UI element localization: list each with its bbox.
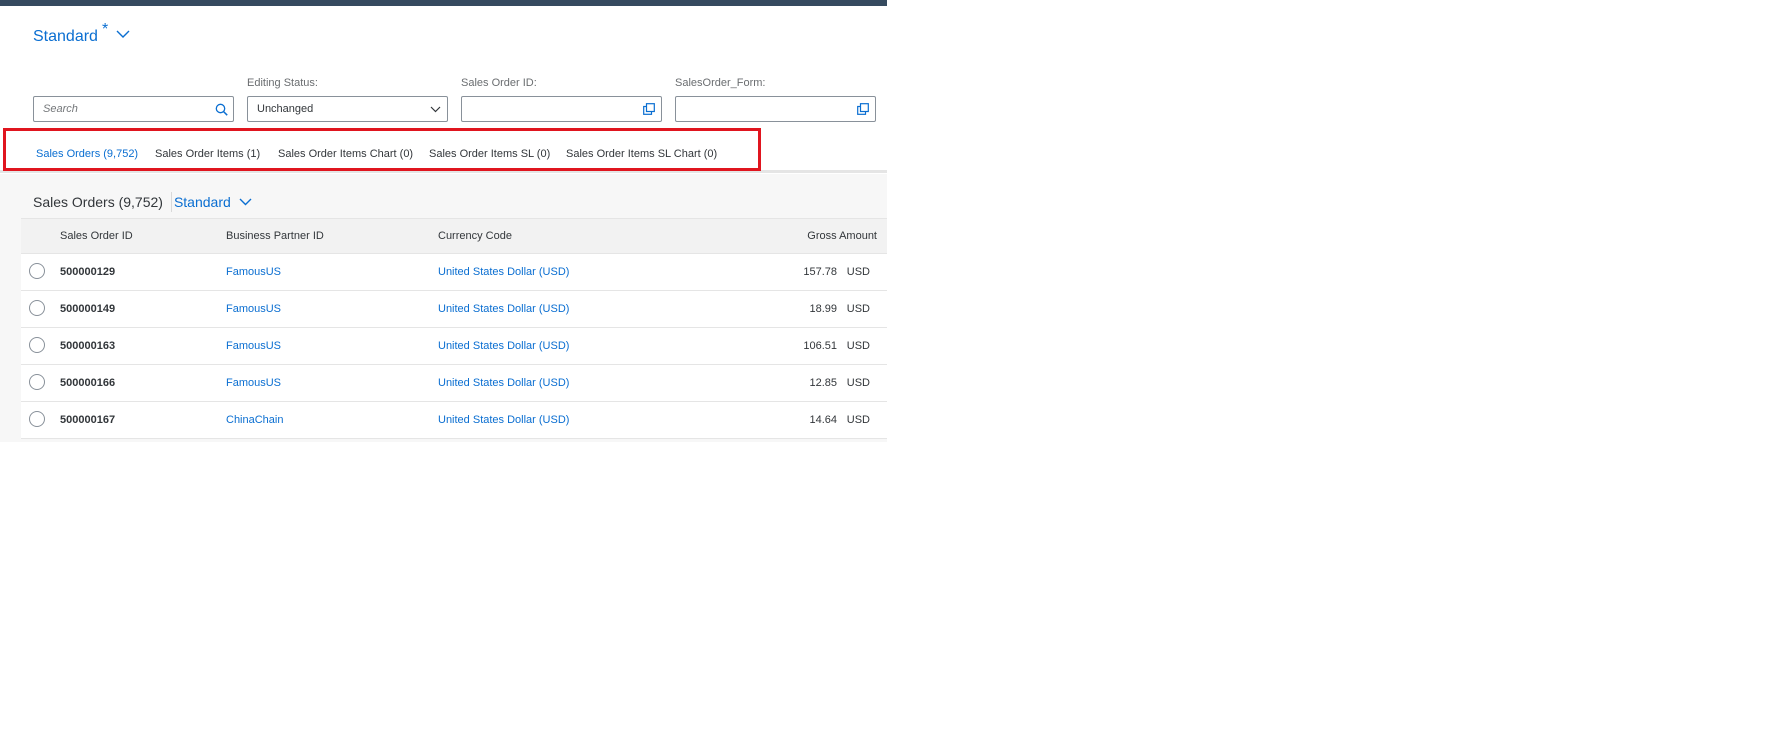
table-row[interactable]: 500000163 FamousUS United States Dollar … [21, 328, 887, 365]
currency-code-link[interactable]: United States Dollar (USD) [438, 377, 569, 389]
table-header: Sales Order ID Business Partner ID Curre… [21, 218, 887, 254]
editing-status-select[interactable]: Unchanged [247, 96, 448, 122]
sales-order-id-cell: 500000163 [60, 340, 116, 352]
currency-code-link[interactable]: United States Dollar (USD) [438, 303, 569, 315]
tab-sales-order-items[interactable]: Sales Order Items (1) [155, 148, 260, 160]
gross-amount-unit: USD [846, 266, 870, 278]
chevron-down-icon[interactable] [423, 97, 447, 121]
search-field[interactable]: Search [33, 96, 234, 122]
tab-sales-order-items-sl-chart[interactable]: Sales Order Items SL Chart (0) [566, 148, 717, 160]
chevron-down-icon[interactable] [116, 26, 130, 44]
gross-amount-value: 14.64 [809, 414, 837, 426]
search-input[interactable]: Search [34, 103, 209, 115]
row-select-radio[interactable] [29, 411, 45, 427]
row-select-radio[interactable] [29, 374, 45, 390]
sales-order-id-cell: 500000167 [60, 414, 116, 426]
business-partner-link[interactable]: ChinaChain [226, 414, 283, 426]
tab-bar-divider [0, 170, 887, 173]
sales-order-id-filter: Sales Order ID: [461, 76, 662, 122]
sales-order-form-field[interactable] [675, 96, 876, 122]
sales-order-form-filter: SalesOrder_Form: [675, 76, 876, 122]
editing-status-label: Editing Status: [247, 77, 318, 89]
table-row[interactable]: 500000167 ChinaChain United States Dolla… [21, 402, 887, 439]
value-help-icon[interactable] [851, 97, 875, 121]
chevron-down-icon[interactable] [239, 193, 252, 211]
tab-bar: Sales Orders (9,752) Sales Order Items (… [0, 128, 887, 173]
gross-amount-unit: USD [846, 377, 870, 389]
toolbar-separator [170, 192, 172, 212]
table-row[interactable]: 500000166 FamousUS United States Dollar … [21, 365, 887, 402]
business-partner-link[interactable]: FamousUS [226, 377, 281, 389]
column-header-currency-code[interactable]: Currency Code [438, 230, 512, 242]
row-select-radio[interactable] [29, 337, 45, 353]
table-variant-name[interactable]: Standard [174, 194, 231, 210]
currency-code-link[interactable]: United States Dollar (USD) [438, 266, 569, 278]
sales-order-id-field[interactable] [461, 96, 662, 122]
row-select-radio[interactable] [29, 263, 45, 279]
row-select-radio[interactable] [29, 300, 45, 316]
sales-order-id-label: Sales Order ID: [461, 77, 537, 89]
tab-sales-order-items-sl[interactable]: Sales Order Items SL (0) [429, 148, 550, 160]
search-icon[interactable] [209, 97, 233, 121]
tab-sales-orders[interactable]: Sales Orders (9,752) [36, 148, 138, 160]
gross-amount-value: 106.51 [803, 340, 837, 352]
table-title: Sales Orders (9,752) [33, 194, 163, 210]
editing-status-filter: Editing Status: Unchanged [247, 76, 448, 122]
shell-bar [0, 0, 887, 6]
business-partner-link[interactable]: FamousUS [226, 303, 281, 315]
currency-code-link[interactable]: United States Dollar (USD) [438, 340, 569, 352]
variant-selector[interactable]: Standard * [33, 21, 130, 46]
table-row[interactable]: 500000149 FamousUS United States Dollar … [21, 291, 887, 328]
variant-name[interactable]: Standard [33, 28, 98, 46]
sales-orders-table: Sales Order ID Business Partner ID Curre… [21, 218, 887, 439]
table-toolbar: Sales Orders (9,752) Standard [33, 192, 252, 212]
gross-amount-unit: USD [846, 340, 870, 352]
currency-code-link[interactable]: United States Dollar (USD) [438, 414, 569, 426]
business-partner-link[interactable]: FamousUS [226, 340, 281, 352]
sales-order-form-label: SalesOrder_Form: [675, 77, 766, 89]
sales-order-id-cell: 500000166 [60, 377, 116, 389]
table-row[interactable]: 500000129 FamousUS United States Dollar … [21, 254, 887, 291]
column-header-sales-order-id[interactable]: Sales Order ID [60, 230, 133, 242]
value-help-icon[interactable] [637, 97, 661, 121]
variant-modified-indicator: * [101, 21, 109, 38]
gross-amount-unit: USD [846, 303, 870, 315]
table-section: Sales Orders (9,752) Standard Sales Orde… [0, 174, 887, 442]
sales-order-id-cell: 500000149 [60, 303, 116, 315]
column-header-gross-amount[interactable]: Gross Amount [807, 230, 877, 242]
editing-status-value: Unchanged [257, 103, 314, 115]
gross-amount-value: 157.78 [803, 266, 837, 278]
sales-order-id-cell: 500000129 [60, 266, 116, 278]
gross-amount-value: 18.99 [809, 303, 837, 315]
gross-amount-value: 12.85 [809, 377, 837, 389]
app-page: Standard * Search Editing Status: Unchan… [0, 0, 887, 442]
tab-sales-order-items-chart[interactable]: Sales Order Items Chart (0) [278, 148, 413, 160]
gross-amount-unit: USD [846, 414, 870, 426]
business-partner-link[interactable]: FamousUS [226, 266, 281, 278]
column-header-business-partner-id[interactable]: Business Partner ID [226, 230, 324, 242]
